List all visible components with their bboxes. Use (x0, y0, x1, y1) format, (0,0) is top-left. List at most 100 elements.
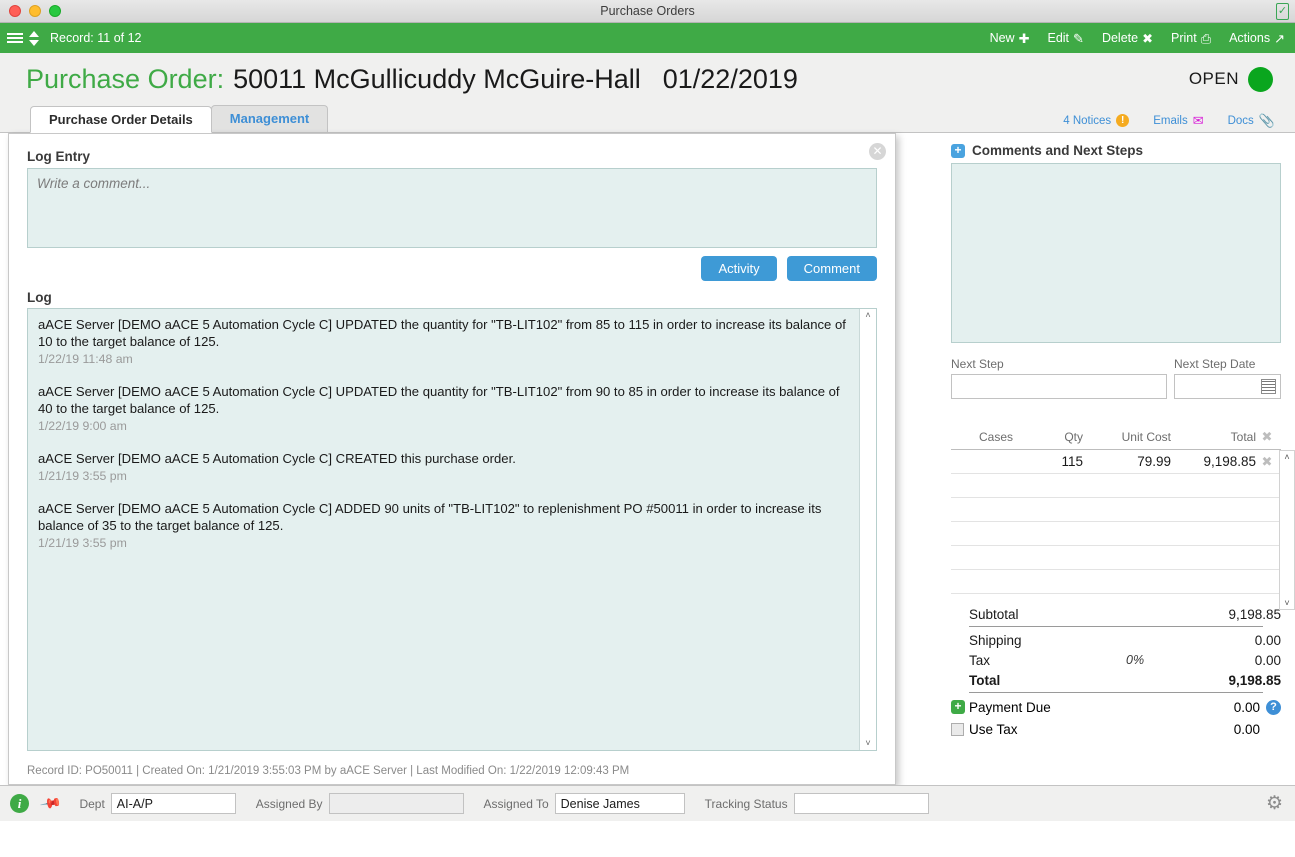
add-comment-icon[interactable]: + (951, 143, 965, 158)
tax-label: Tax (969, 652, 991, 668)
comments-body-field[interactable] (951, 163, 1281, 343)
shipping-row: Shipping 0.00 (951, 630, 1281, 650)
envelope-icon: ✉ (1192, 113, 1204, 128)
edit-button-label: Edit (1047, 31, 1070, 45)
assigned-to-input[interactable]: Denise James (554, 793, 685, 814)
page-title-date: 01/22/2019 (662, 63, 798, 94)
log-list: aACE Server [DEMO aACE 5 Automation Cycl… (27, 308, 877, 751)
plus-icon: ✚ (1018, 30, 1030, 46)
list-item: aACE Server [DEMO aACE 5 Automation Cycl… (38, 316, 850, 366)
lock-icon[interactable]: ✓ (1276, 3, 1289, 20)
page-header: Purchase Order: 50011 McGullicuddy McGui… (0, 53, 1295, 105)
assigned-to-label: Assigned To (483, 796, 549, 811)
paperclip-icon: 📎 (1258, 113, 1275, 128)
activity-button[interactable]: Activity (701, 256, 777, 281)
scroll-down-icon[interactable]: ˅ (1284, 597, 1289, 609)
log-entry-timestamp: 1/22/19 11:48 am (38, 352, 133, 366)
tracking-status-label: Tracking Status (704, 796, 788, 811)
delete-button[interactable]: Delete ✖ (1102, 31, 1153, 45)
subtotal-value: 9,198.85 (1228, 606, 1281, 622)
docs-label: Docs (1227, 114, 1254, 127)
table-row[interactable] (951, 498, 1281, 522)
scroll-up-icon[interactable]: ˄ (865, 309, 870, 322)
total-row: Total 9,198.85 (951, 670, 1281, 690)
close-icon[interactable]: ✕ (869, 143, 886, 160)
table-row[interactable]: 115 79.99 9,198.85 ✖ (951, 450, 1281, 474)
pencil-icon: ✎ (1073, 30, 1084, 46)
dept-input[interactable]: AI-A/P (110, 793, 236, 814)
use-tax-label: Use Tax (969, 721, 1018, 737)
tab-purchase-order-details[interactable]: Purchase Order Details (30, 106, 212, 133)
log-entry-label: Log Entry (27, 149, 90, 164)
use-tax-value: 0.00 (1233, 721, 1260, 737)
warning-icon: ! (1116, 114, 1130, 127)
log-entry-timestamp: 1/21/19 3:55 pm (38, 536, 127, 550)
total-value: 9,198.85 (1228, 672, 1281, 688)
status-label: OPEN (1188, 69, 1239, 88)
tab-management[interactable]: Management (210, 105, 329, 132)
table-row[interactable] (951, 474, 1281, 498)
record-counter: Record: 11 of 12 (50, 31, 142, 45)
table-row[interactable] (951, 522, 1281, 546)
table-row[interactable] (951, 546, 1281, 570)
next-step-input[interactable] (951, 374, 1167, 399)
actions-button[interactable]: Actions ↗ (1229, 31, 1285, 45)
delete-row-icon[interactable]: ✖ (1256, 454, 1278, 470)
log-scrollbar[interactable]: ˄ ˅ (859, 309, 876, 750)
scroll-up-icon[interactable]: ˄ (1284, 451, 1289, 463)
print-button[interactable]: Print ⎙ (1171, 31, 1211, 45)
add-payment-icon[interactable]: + (951, 700, 965, 714)
tax-value: 0.00 (1254, 652, 1281, 668)
totals-section: Subtotal 9,198.85 Shipping 0.00 Tax 0% 0… (951, 604, 1281, 740)
table-row[interactable] (951, 570, 1281, 594)
notices-link[interactable]: 4 Notices ! (1063, 114, 1130, 127)
record-navigation-stepper[interactable] (26, 28, 42, 48)
page-title-label: Purchase Order: (26, 63, 225, 94)
line-items-table: Cases Qty Unit Cost Total ✖ 115 79.99 9,… (951, 429, 1295, 610)
new-button[interactable]: New ✚ (990, 31, 1030, 45)
tab-bar: Purchase Order Details Management 4 Noti… (0, 105, 1295, 133)
payment-due-label: Payment Due (969, 699, 1051, 715)
comment-button[interactable]: Comment (786, 256, 877, 281)
column-header-unit-cost: Unit Cost (1121, 430, 1171, 444)
next-step-group: Next Step (951, 357, 1167, 399)
log-entry-text: aACE Server [DEMO aACE 5 Automation Cycl… (38, 451, 516, 466)
docs-link[interactable]: Docs 📎 (1228, 114, 1275, 127)
assigned-by-label: Assigned By (255, 796, 323, 811)
pin-icon[interactable]: 📌 (39, 792, 62, 816)
list-item: aACE Server [DEMO aACE 5 Automation Cycl… (38, 450, 850, 483)
tax-row: Tax 0% 0.00 (951, 650, 1281, 670)
tracking-status-input[interactable] (793, 793, 929, 814)
help-icon[interactable]: ? (1266, 699, 1281, 715)
edit-button[interactable]: Edit ✎ (1047, 31, 1083, 45)
previous-record-icon[interactable] (29, 30, 39, 37)
cell-qty: 115 (1061, 454, 1083, 469)
line-items-scrollbar[interactable]: ˄ ˅ (1279, 450, 1295, 610)
scroll-down-icon[interactable]: ˅ (865, 737, 870, 750)
actions-button-label: Actions (1229, 31, 1271, 45)
emails-link[interactable]: Emails ✉ (1153, 114, 1203, 127)
use-tax-checkbox[interactable] (951, 722, 964, 736)
calendar-icon[interactable] (1261, 379, 1276, 394)
next-step-date-input[interactable] (1174, 374, 1281, 399)
log-entry-timestamp: 1/21/19 3:55 pm (38, 469, 127, 483)
column-header-cases: Cases (978, 430, 1013, 444)
menu-icon[interactable] (6, 31, 24, 45)
tab-bar-links: 4 Notices ! Emails ✉ Docs 📎 (1063, 114, 1295, 132)
divider (969, 692, 1263, 693)
gear-icon[interactable]: ⚙ (1266, 792, 1283, 815)
tax-rate: 0% (1126, 653, 1145, 667)
page-title-value: 50011 McGullicuddy McGuire-Hall (233, 63, 641, 94)
main-content: + Comments and Next Steps Next Step Next… (0, 133, 1295, 821)
comment-input[interactable]: Write a comment... (27, 168, 877, 248)
total-label: Total (969, 672, 1001, 688)
assigned-by-input[interactable] (328, 793, 464, 814)
list-item: aACE Server [DEMO aACE 5 Automation Cycl… (38, 500, 850, 550)
info-icon[interactable]: i (10, 794, 29, 813)
x-icon: ✖ (1142, 30, 1153, 46)
subtotal-label: Subtotal (969, 606, 1019, 622)
log-entry-buttons: Activity Comment (27, 256, 877, 281)
cell-unit-cost: 79.99 (1137, 454, 1171, 469)
next-record-icon[interactable] (29, 39, 39, 46)
right-panel: + Comments and Next Steps Next Step Next… (937, 133, 1295, 801)
